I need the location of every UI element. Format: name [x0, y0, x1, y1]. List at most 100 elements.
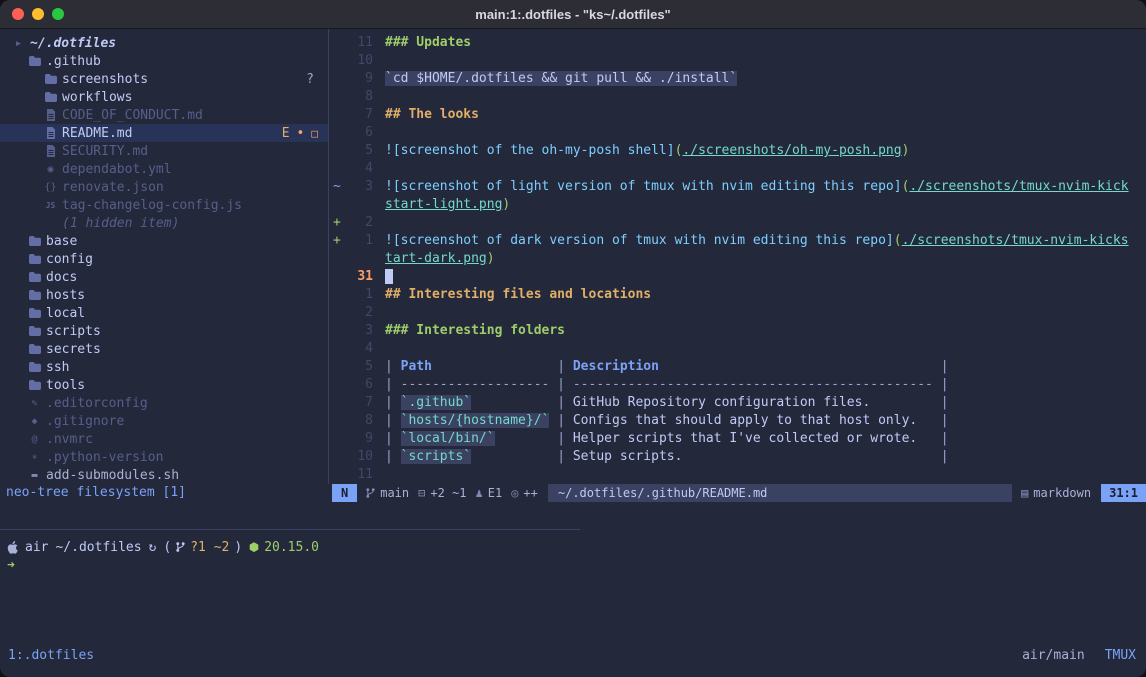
- tree-item-secrets[interactable]: secrets: [0, 340, 328, 358]
- tree-item-screenshots[interactable]: screenshots?: [0, 70, 328, 88]
- tree-item-hosts[interactable]: hosts: [0, 286, 328, 304]
- tree-item-local[interactable]: local: [0, 304, 328, 322]
- line-text: ### Interesting folders: [373, 322, 565, 340]
- line-text: | ------------------- | ----------------…: [373, 376, 949, 394]
- tree-item-label: scripts: [43, 324, 101, 339]
- editor-line[interactable]: 10| `scripts` | Setup scripts. |: [330, 448, 1146, 466]
- status-row: neo-tree filesystem [1] N main ⊟ +2 ~1 ♟…: [0, 484, 1146, 502]
- folder-icon: [26, 326, 43, 336]
- tree-item-label: base: [43, 234, 77, 249]
- markdown-icon: [42, 145, 59, 157]
- git-icon: ◆: [26, 416, 43, 427]
- editor-line[interactable]: 11: [330, 466, 1146, 484]
- tree-item-docs[interactable]: docs: [0, 268, 328, 286]
- tree-item-gitignore[interactable]: ◆.gitignore: [0, 412, 328, 430]
- gutter-sign: [330, 142, 347, 160]
- script-icon: ▬: [26, 470, 43, 481]
- branch-icon: [176, 541, 185, 553]
- line-number: 8: [347, 88, 373, 106]
- tree-item-label: dependabot.yml: [59, 162, 172, 177]
- editor-line[interactable]: 4: [330, 160, 1146, 178]
- tree-item-security-md[interactable]: SECURITY.md: [0, 142, 328, 160]
- editor-line[interactable]: 11### Updates: [330, 34, 1146, 52]
- editor-line[interactable]: +1![screenshot of dark version of tmux w…: [330, 232, 1146, 250]
- update-count: ++: [523, 484, 537, 502]
- editor-line[interactable]: tart-dark.png): [330, 250, 1146, 268]
- window-separator[interactable]: [328, 29, 329, 484]
- tree-item-readme-md[interactable]: README.mdE•□: [0, 124, 328, 142]
- editor-line[interactable]: 10: [330, 52, 1146, 70]
- git-untracked-badge: ?: [306, 72, 314, 87]
- zoom-button[interactable]: [52, 8, 64, 20]
- diagnostics: ♟ E1: [476, 484, 503, 502]
- tree-item-github[interactable]: .github: [0, 52, 328, 70]
- titlebar: main:1:.dotfiles - "ks~/.dotfiles": [0, 0, 1146, 29]
- tree-item-tools[interactable]: tools: [0, 376, 328, 394]
- editor-line[interactable]: 4: [330, 340, 1146, 358]
- line-number: 6: [347, 376, 373, 394]
- apple-icon: [7, 541, 18, 554]
- editor-line[interactable]: ~3![screenshot of light version of tmux …: [330, 178, 1146, 196]
- file-path: ~/.dotfiles/.github/README.md: [548, 484, 1012, 502]
- tree-item-label: screenshots: [59, 72, 148, 87]
- editor-line[interactable]: 3### Interesting folders: [330, 322, 1146, 340]
- editor-line[interactable]: 5![screenshot of the oh-my-posh shell](.…: [330, 142, 1146, 160]
- editor-line[interactable]: 8| `hosts/{hostname}/` | Configs that sh…: [330, 412, 1146, 430]
- file-status-marks: E•□: [282, 126, 318, 141]
- editor-line[interactable]: 2: [330, 304, 1146, 322]
- pencil-icon: ✎: [26, 398, 43, 409]
- editor-line[interactable]: 1## Interesting files and locations: [330, 286, 1146, 304]
- tree-item-python-version[interactable]: ∗.python-version: [0, 448, 328, 466]
- terminal-pane[interactable]: air ~/.dotfiles ↻ ( ?1 ~2 ) 20.15.0 ➜: [7, 538, 1146, 574]
- editor-line[interactable]: 31: [330, 268, 1146, 286]
- gutter-sign: [330, 358, 347, 376]
- editor-line[interactable]: 9`cd $HOME/.dotfiles && git pull && ./in…: [330, 70, 1146, 88]
- gutter-sign: [330, 340, 347, 358]
- line-number: 3: [347, 178, 373, 196]
- editor-line[interactable]: 6| ------------------- | ---------------…: [330, 376, 1146, 394]
- line-number: [347, 196, 373, 214]
- neo-tree-panel[interactable]: ▸~/.dotfiles.githubscreenshots?workflows…: [0, 29, 328, 484]
- tree-item-code-of-conduct-md[interactable]: CODE_OF_CONDUCT.md: [0, 106, 328, 124]
- editor-line[interactable]: 9| `local/bin/` | Helper scripts that I'…: [330, 430, 1146, 448]
- tree-item-editorconfig[interactable]: ✎.editorconfig: [0, 394, 328, 412]
- minimize-button[interactable]: [32, 8, 44, 20]
- editor-line[interactable]: 7## The looks: [330, 106, 1146, 124]
- line-number: 5: [347, 358, 373, 376]
- cwd: ~/.dotfiles: [55, 540, 141, 555]
- line-number: 8: [347, 412, 373, 430]
- close-button[interactable]: [12, 8, 24, 20]
- tmux-session-tab[interactable]: 1:.dotfiles: [8, 648, 94, 663]
- editor-line[interactable]: 5| Path | Description |: [330, 358, 1146, 376]
- line-number: 2: [347, 304, 373, 322]
- tree-item-workflows[interactable]: workflows: [0, 88, 328, 106]
- tree-item-scripts[interactable]: scripts: [0, 322, 328, 340]
- gutter-sign: [330, 34, 347, 52]
- gutter-sign: [330, 196, 347, 214]
- tree-item-nvmrc[interactable]: @.nvmrc: [0, 430, 328, 448]
- editor-line[interactable]: 8: [330, 88, 1146, 106]
- editor-pane[interactable]: 11### Updates109`cd $HOME/.dotfiles && g…: [330, 29, 1146, 484]
- mode-indicator: N: [332, 484, 357, 502]
- tree-item-1-hidden-item[interactable]: (1 hidden item): [0, 214, 328, 232]
- tree-item-ssh[interactable]: ssh: [0, 358, 328, 376]
- tree-item-dependabot-yml[interactable]: ◉dependabot.yml: [0, 160, 328, 178]
- tree-item-add-submodules-sh[interactable]: ▬add-submodules.sh: [0, 466, 328, 484]
- node-version: 20.15.0: [264, 540, 319, 555]
- line-text: [373, 268, 393, 286]
- tmux-pane-border[interactable]: [0, 529, 580, 530]
- editor-line[interactable]: 7| `.github` | GitHub Repository configu…: [330, 394, 1146, 412]
- markdown-icon: [42, 109, 59, 121]
- tree-item-config[interactable]: config: [0, 250, 328, 268]
- editor-line[interactable]: 6: [330, 124, 1146, 142]
- refresh-icon: ↻: [149, 540, 157, 555]
- tree-item-tag-changelog-config-js[interactable]: JStag-changelog-config.js: [0, 196, 328, 214]
- tree-item-dotfiles[interactable]: ▸~/.dotfiles: [0, 34, 328, 52]
- editor-line[interactable]: start-light.png): [330, 196, 1146, 214]
- tree-item-label: .python-version: [43, 450, 163, 465]
- editor-line[interactable]: +2: [330, 214, 1146, 232]
- line-number: 4: [347, 340, 373, 358]
- tree-item-base[interactable]: base: [0, 232, 328, 250]
- tree-item-renovate-json[interactable]: {}renovate.json: [0, 178, 328, 196]
- line-number: 10: [347, 448, 373, 466]
